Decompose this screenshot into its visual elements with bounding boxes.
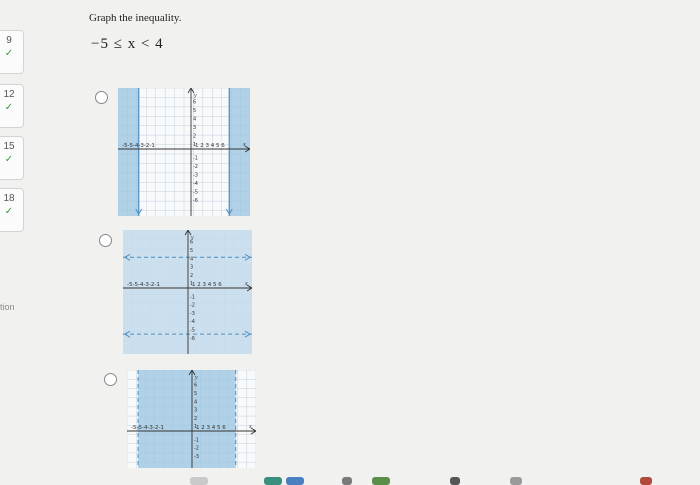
taskbar-icon[interactable] bbox=[372, 477, 390, 485]
y-tick-label: -1 bbox=[193, 155, 198, 161]
y-tick-label: 5 bbox=[190, 248, 193, 254]
y-axis-label: y bbox=[193, 93, 197, 99]
y-tick-label: 6 bbox=[190, 240, 193, 246]
y-tick-label: 5 bbox=[194, 391, 197, 397]
option-c-graph[interactable]: -5-5-4-3-2-1 1 2 3 4 5 6 x y 6 5 4 3 2 1 -1 -2 -… bbox=[127, 370, 256, 468]
x-axis-label: x bbox=[248, 424, 252, 430]
question-tab-15[interactable]: 15 ✓ bbox=[0, 136, 24, 180]
taskbar-icon[interactable] bbox=[264, 477, 282, 485]
y-tick-label: -2 bbox=[190, 303, 195, 309]
y-tick-label: -2 bbox=[193, 164, 198, 170]
y-tick-label: 3 bbox=[190, 265, 193, 271]
y-tick-label: -6 bbox=[193, 198, 198, 204]
y-tick-label: 2 bbox=[190, 273, 193, 279]
y-axis-label: y bbox=[194, 375, 198, 381]
question-number: 9 bbox=[6, 35, 12, 46]
x-tick-labels-negative: -5-5-4-3-2-1 bbox=[127, 282, 160, 288]
y-tick-label: 5 bbox=[193, 108, 196, 114]
taskbar-icon[interactable] bbox=[286, 477, 304, 485]
question-instruction: Graph the inequality. bbox=[89, 12, 182, 24]
y-tick-label: 1 bbox=[193, 142, 196, 148]
checkmark-icon: ✓ bbox=[4, 154, 14, 165]
y-tick-label: 4 bbox=[193, 117, 196, 123]
option-c-radio[interactable] bbox=[104, 373, 117, 386]
inequality-expression: −5 ≤ x < 4 bbox=[91, 36, 164, 52]
y-tick-label: 2 bbox=[193, 134, 196, 140]
y-tick-label: -3 bbox=[194, 454, 199, 460]
y-tick-label: 1 bbox=[194, 424, 197, 430]
y-tick-label: -4 bbox=[190, 319, 195, 325]
y-tick-label: 1 bbox=[190, 281, 193, 287]
x-tick-labels-positive: 1 2 3 4 5 6 bbox=[196, 425, 226, 431]
y-tick-label: 4 bbox=[194, 399, 197, 405]
taskbar-strip bbox=[150, 477, 670, 485]
x-axis-label: x bbox=[244, 281, 248, 287]
checkmark-icon: ✓ bbox=[4, 102, 14, 113]
y-tick-label: 6 bbox=[193, 100, 196, 106]
option-b-graph[interactable]: -5-5-4-3-2-1 1 2 3 4 5 6 x y 654321-1-2-… bbox=[123, 230, 252, 354]
y-tick-label: 2 bbox=[194, 416, 197, 422]
x-tick-labels-negative: -5-5-4-3-2-1 bbox=[131, 425, 164, 431]
y-tick-label: -5 bbox=[190, 327, 195, 333]
y-tick-label: 3 bbox=[193, 125, 196, 131]
question-number: 12 bbox=[3, 89, 15, 100]
question-tab-18[interactable]: 18 ✓ bbox=[0, 188, 24, 232]
y-tick-label: -1 bbox=[194, 437, 199, 443]
x-tick-labels-positive: 1 2 3 4 5 6 bbox=[192, 282, 222, 288]
question-number: 18 bbox=[3, 193, 15, 204]
y-tick-label: -3 bbox=[193, 172, 198, 178]
taskbar-icon[interactable] bbox=[640, 477, 652, 485]
checkmark-icon: ✓ bbox=[4, 206, 14, 217]
y-tick-label: -3 bbox=[190, 311, 195, 317]
option-a-graph[interactable]: -5-5-4-3-2-1 1 2 3 4 5 6 x y 6 5 4 3 2 1 -1 -2 -… bbox=[118, 88, 250, 216]
y-tick-label: -6 bbox=[190, 336, 195, 342]
y-tick-label: -2 bbox=[194, 446, 199, 452]
option-a-radio[interactable] bbox=[95, 91, 108, 104]
x-axis-label: x bbox=[242, 142, 246, 148]
y-tick-label: -4 bbox=[193, 181, 198, 187]
question-sidebar: 9 ✓ 12 ✓ 15 ✓ 18 ✓ tion bbox=[0, 0, 32, 485]
question-tab-9[interactable]: 9 ✓ bbox=[0, 30, 24, 74]
question-tab-12[interactable]: 12 ✓ bbox=[0, 84, 24, 128]
graph-shading bbox=[123, 230, 252, 354]
option-b-radio[interactable] bbox=[99, 234, 112, 247]
checkmark-icon: ✓ bbox=[4, 48, 14, 59]
taskbar-icon[interactable] bbox=[190, 477, 208, 485]
x-tick-labels-negative: -5-5-4-3-2-1 bbox=[122, 143, 155, 149]
taskbar-icon[interactable] bbox=[450, 477, 460, 485]
x-tick-labels-positive: 1 2 3 4 5 6 bbox=[195, 143, 225, 149]
question-number: 15 bbox=[3, 141, 15, 152]
y-tick-label: -1 bbox=[190, 294, 195, 300]
taskbar-icon[interactable] bbox=[510, 477, 522, 485]
y-tick-label: 6 bbox=[194, 383, 197, 389]
taskbar-icon[interactable] bbox=[342, 477, 352, 485]
y-tick-label: -5 bbox=[193, 189, 198, 195]
graph-shading bbox=[137, 370, 237, 468]
y-tick-label: 3 bbox=[194, 408, 197, 414]
y-tick-label: 4 bbox=[190, 256, 193, 262]
sidebar-partial-label: tion bbox=[0, 302, 15, 312]
